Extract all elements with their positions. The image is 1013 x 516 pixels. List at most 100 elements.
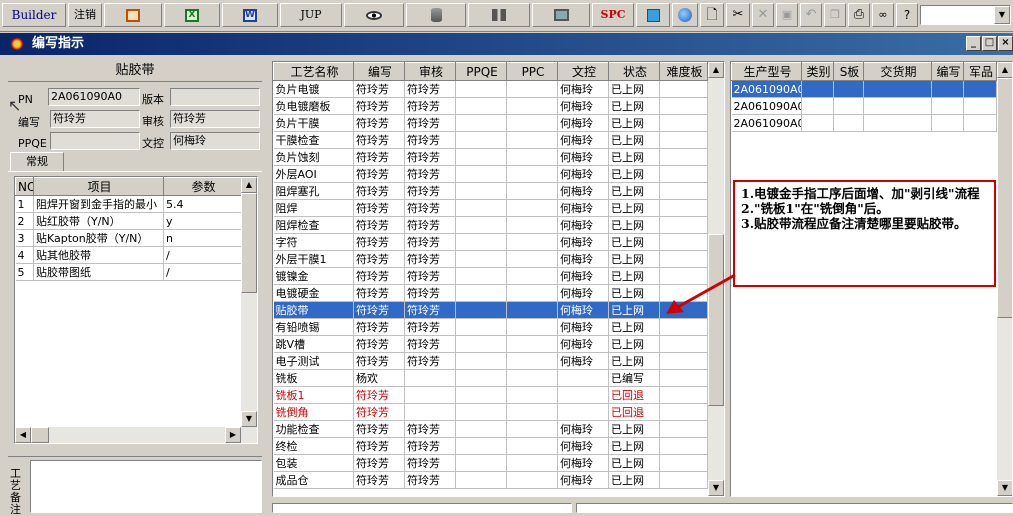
cell-reviewer[interactable]: 符玲芳 xyxy=(404,335,456,353)
table-row[interactable]: 2A061090A0 xyxy=(731,114,997,132)
col-header[interactable]: 文控 xyxy=(557,62,609,81)
cell-name[interactable]: 阻焊检查 xyxy=(273,216,354,234)
cell-status[interactable]: 已上网 xyxy=(608,250,660,268)
cell-doc[interactable]: 何梅玲 xyxy=(557,267,609,285)
calculator-icon[interactable] xyxy=(636,3,670,27)
cell-doc[interactable]: 何梅玲 xyxy=(557,335,609,353)
scroll-down-icon[interactable]: ▼ xyxy=(241,411,257,427)
param-cell-no[interactable]: 1 xyxy=(15,195,34,213)
cell-status[interactable]: 已上网 xyxy=(608,199,660,217)
close-button[interactable]: × xyxy=(998,36,1013,51)
param-cell-no[interactable]: 4 xyxy=(15,246,34,264)
cell-reviewer[interactable]: 符玲芳 xyxy=(404,114,456,132)
cell-name[interactable]: 负片电镀 xyxy=(273,80,354,98)
scroll-left-icon[interactable]: ◀ xyxy=(15,427,31,443)
cell-ppc[interactable] xyxy=(506,403,558,421)
cell-writer[interactable]: 符玲芳 xyxy=(353,386,405,404)
cell-ppqe[interactable] xyxy=(455,386,507,404)
database-icon[interactable] xyxy=(406,3,466,27)
cell-ppc[interactable] xyxy=(506,250,558,268)
right-bottom-field[interactable] xyxy=(576,503,1013,513)
cell-empty[interactable] xyxy=(931,97,964,115)
undo-icon[interactable]: ↶ xyxy=(800,3,822,27)
table-row[interactable]: 电镀硬金 符玲芳 符玲芳 何梅玲 已上网 xyxy=(273,284,708,302)
cell-status[interactable]: 已上网 xyxy=(608,114,660,132)
hscroll-thumb[interactable] xyxy=(31,427,49,443)
param-cell-item[interactable]: 阻焊开窗到金手指的最小 xyxy=(33,195,164,213)
cell-status[interactable]: 已上网 xyxy=(608,301,660,319)
cell-reviewer[interactable]: 符玲芳 xyxy=(404,318,456,336)
cell-ppc[interactable] xyxy=(506,165,558,183)
cell-doc[interactable]: 何梅玲 xyxy=(557,97,609,115)
cell-ppqe[interactable] xyxy=(455,403,507,421)
cell-reviewer[interactable]: 符玲芳 xyxy=(404,471,456,489)
table-row[interactable]: 外层干膜1 符玲芳 符玲芳 何梅玲 已上网 xyxy=(273,250,708,268)
col-header-no[interactable]: NO xyxy=(15,177,34,196)
excel-icon[interactable]: X xyxy=(164,3,220,27)
cell-writer[interactable]: 符玲芳 xyxy=(353,335,405,353)
cell-status[interactable]: 已上网 xyxy=(608,97,660,115)
cell-name[interactable]: 铣板 xyxy=(273,369,354,387)
cell-empty[interactable] xyxy=(833,114,864,132)
cell-ppc[interactable] xyxy=(506,284,558,302)
spc-button[interactable]: SPC xyxy=(592,3,634,27)
cell-ppc[interactable] xyxy=(506,301,558,319)
jup-button[interactable]: JUP xyxy=(280,3,342,27)
cell-ppc[interactable] xyxy=(506,182,558,200)
cell-doc[interactable]: 何梅玲 xyxy=(557,114,609,132)
cell-difficulty[interactable] xyxy=(659,437,708,455)
toolbar-combo[interactable]: ▼ xyxy=(920,5,1011,25)
table-row[interactable]: 跳V槽 符玲芳 符玲芳 何梅玲 已上网 xyxy=(273,335,708,353)
cell-ppqe[interactable] xyxy=(455,182,507,200)
cell-reviewer[interactable]: 符玲芳 xyxy=(404,182,456,200)
cell-empty[interactable] xyxy=(863,80,932,98)
writer-field[interactable]: 符玲芳 xyxy=(50,110,140,128)
cell-writer[interactable]: 符玲芳 xyxy=(353,437,405,455)
new-document-icon[interactable]: 🗋 xyxy=(700,3,724,27)
cell-reviewer[interactable]: 符玲芳 xyxy=(404,352,456,370)
cell-ppqe[interactable] xyxy=(455,80,507,98)
scroll-thumb[interactable] xyxy=(241,193,257,293)
params-hscroll[interactable]: ◀ ▶ xyxy=(15,427,257,443)
col-header[interactable]: 编写 xyxy=(353,62,405,81)
cell-ppqe[interactable] xyxy=(455,148,507,166)
cell-ppc[interactable] xyxy=(506,216,558,234)
cell-empty[interactable] xyxy=(801,80,834,98)
cell-doc[interactable]: 何梅玲 xyxy=(557,318,609,336)
cell-name[interactable]: 电子测试 xyxy=(273,352,354,370)
cell-empty[interactable] xyxy=(863,114,932,132)
table-row[interactable]: 铣板1 符玲芳 已回退 xyxy=(273,386,708,404)
cell-reviewer[interactable]: 符玲芳 xyxy=(404,301,456,319)
cell-status[interactable]: 已上网 xyxy=(608,420,660,438)
cell-reviewer[interactable] xyxy=(404,403,456,421)
table-row[interactable]: 3 贴Kapton胶带（Y/N） n xyxy=(15,229,242,247)
cell-status[interactable]: 已上网 xyxy=(608,80,660,98)
param-cell-no[interactable]: 3 xyxy=(15,229,34,247)
cell-empty[interactable] xyxy=(963,80,997,98)
cell-doc[interactable]: 何梅玲 xyxy=(557,454,609,472)
cell-doc[interactable]: 何梅玲 xyxy=(557,250,609,268)
cell-difficulty[interactable] xyxy=(659,233,708,251)
cell-difficulty[interactable] xyxy=(659,97,708,115)
word-icon[interactable]: W xyxy=(222,3,278,27)
cell-reviewer[interactable]: 符玲芳 xyxy=(404,420,456,438)
cell-difficulty[interactable] xyxy=(659,369,708,387)
cell-status[interactable]: 已上网 xyxy=(608,165,660,183)
cell-status[interactable]: 已上网 xyxy=(608,131,660,149)
cell-writer[interactable]: 符玲芳 xyxy=(353,250,405,268)
cell-ppqe[interactable] xyxy=(455,352,507,370)
cell-difficulty[interactable] xyxy=(659,420,708,438)
cell-doc[interactable]: 何梅玲 xyxy=(557,284,609,302)
col-header[interactable]: 交货期 xyxy=(863,62,932,81)
cell-empty[interactable] xyxy=(863,97,932,115)
cell-writer[interactable]: 符玲芳 xyxy=(353,165,405,183)
col-header-item[interactable]: 项目 xyxy=(33,177,164,196)
cell-status[interactable]: 已上网 xyxy=(608,318,660,336)
cell-writer[interactable]: 符玲芳 xyxy=(353,114,405,132)
table-row[interactable]: 终检 符玲芳 符玲芳 何梅玲 已上网 xyxy=(273,437,708,455)
cell-doc[interactable]: 何梅玲 xyxy=(557,80,609,98)
cell-doc[interactable] xyxy=(557,403,609,421)
cell-writer[interactable]: 符玲芳 xyxy=(353,233,405,251)
cell-ppc[interactable] xyxy=(506,148,558,166)
table-row[interactable]: 2A061090A0 xyxy=(731,80,997,98)
